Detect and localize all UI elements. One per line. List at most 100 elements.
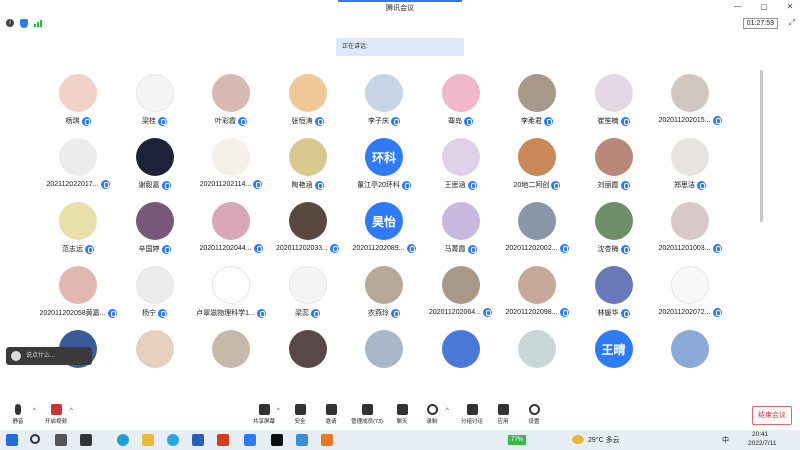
participant-tile[interactable]: 环科 董江亭20环科 bbox=[346, 134, 422, 198]
minimize-button[interactable]: — bbox=[732, 2, 744, 11]
windows-start-icon[interactable] bbox=[6, 434, 18, 446]
breakout-rooms-button[interactable]: 分组讨论 bbox=[454, 404, 490, 425]
participant-tile[interactable]: 梁桂 bbox=[117, 70, 193, 134]
avatar[interactable] bbox=[671, 138, 709, 176]
participant-tile[interactable] bbox=[346, 326, 422, 390]
participant-tile[interactable]: 20地二阿创 bbox=[499, 134, 575, 198]
participant-tile[interactable]: 王晴 bbox=[576, 326, 652, 390]
settings-button[interactable]: 设置 bbox=[518, 404, 550, 425]
security-button[interactable]: 安全 bbox=[284, 404, 316, 425]
avatar[interactable] bbox=[594, 74, 633, 112]
fullscreen-icon[interactable]: ⤢ bbox=[789, 18, 795, 28]
avatar[interactable]: 王晴 bbox=[594, 330, 633, 368]
avatar[interactable] bbox=[671, 266, 709, 304]
avatar[interactable]: 昊怡 bbox=[365, 202, 403, 240]
browser-icon[interactable] bbox=[167, 434, 179, 446]
avatar[interactable] bbox=[135, 266, 174, 304]
file-explorer-icon[interactable] bbox=[142, 434, 154, 446]
participant-tile[interactable]: 杨宁 bbox=[117, 262, 193, 326]
participant-tile[interactable]: 林媛华 bbox=[576, 262, 652, 326]
avatar[interactable] bbox=[288, 74, 327, 112]
app-icon-3[interactable] bbox=[321, 434, 333, 446]
participant-tile[interactable] bbox=[117, 326, 193, 390]
share-screen-button[interactable]: 共享屏幕 bbox=[248, 404, 280, 425]
avatar[interactable] bbox=[365, 330, 403, 368]
mute-button[interactable]: 静音 bbox=[2, 404, 34, 425]
participant-tile[interactable] bbox=[652, 326, 728, 390]
info-icon[interactable]: i bbox=[6, 19, 14, 27]
avatar[interactable] bbox=[441, 74, 480, 112]
participant-tile[interactable] bbox=[423, 326, 499, 390]
avatar[interactable] bbox=[441, 330, 480, 368]
chat-input[interactable]: 说点什么... bbox=[6, 347, 92, 365]
avatar[interactable] bbox=[441, 138, 480, 176]
participant-tile[interactable]: 谢毅嘉 bbox=[117, 134, 193, 198]
participant-tile[interactable]: 卢翠滋物理科学1... bbox=[193, 262, 269, 326]
avatar[interactable] bbox=[288, 330, 327, 368]
participant-tile[interactable]: 郑思洁 bbox=[652, 134, 728, 198]
participant-tile[interactable]: 崔笙楠 bbox=[576, 70, 652, 134]
avatar[interactable] bbox=[59, 74, 97, 112]
participant-tile[interactable]: 202011201003... bbox=[652, 198, 728, 262]
avatar[interactable] bbox=[212, 74, 250, 112]
tiktok-icon[interactable] bbox=[271, 434, 283, 446]
participant-tile[interactable]: 骞岛 bbox=[423, 70, 499, 134]
avatar[interactable] bbox=[441, 266, 480, 304]
participant-tile[interactable]: 202011202098... bbox=[499, 262, 575, 326]
participant-tile[interactable]: 202011202058黄嘉... bbox=[39, 262, 117, 326]
avatar[interactable] bbox=[365, 266, 403, 304]
avatar[interactable] bbox=[594, 266, 633, 304]
participant-tile[interactable]: 202011202072... bbox=[652, 262, 728, 326]
share-options-caret[interactable]: ^ bbox=[277, 408, 280, 414]
weather-text[interactable]: 29°C 多云 bbox=[588, 435, 620, 445]
avatar[interactable] bbox=[441, 202, 480, 240]
avatar[interactable] bbox=[518, 138, 556, 176]
clock-date[interactable]: 2022/7/11 bbox=[748, 440, 776, 447]
avatar[interactable] bbox=[518, 330, 556, 368]
shield-icon[interactable] bbox=[20, 19, 28, 28]
emoji-icon[interactable] bbox=[11, 351, 21, 361]
avatar[interactable] bbox=[671, 330, 709, 368]
participant-tile[interactable]: 王思涵 bbox=[423, 134, 499, 198]
avatar[interactable] bbox=[518, 74, 556, 112]
avatar[interactable] bbox=[135, 330, 174, 368]
app-icon[interactable] bbox=[217, 434, 229, 446]
avatar[interactable] bbox=[671, 74, 709, 112]
participant-tile[interactable]: 辛国婷 bbox=[117, 198, 193, 262]
participant-tile[interactable]: 张恒涛 bbox=[270, 70, 346, 134]
app-icon-2[interactable] bbox=[296, 434, 308, 446]
participant-tile[interactable]: 202011202033... bbox=[270, 198, 346, 262]
avatar[interactable] bbox=[518, 202, 556, 240]
avatar[interactable] bbox=[135, 74, 174, 112]
participant-tile[interactable]: 沈杏梅 bbox=[576, 198, 652, 262]
apps-button[interactable]: 应用 bbox=[487, 404, 519, 425]
tencent-meeting-icon[interactable] bbox=[244, 434, 256, 446]
avatar[interactable]: 环科 bbox=[365, 138, 403, 176]
grid-scrollbar[interactable] bbox=[760, 70, 763, 222]
avatar[interactable] bbox=[212, 202, 250, 240]
end-meeting-button[interactable]: 结束会议 bbox=[752, 406, 792, 425]
avatar[interactable] bbox=[594, 138, 633, 176]
manage-members-button[interactable]: 管理成员(73) bbox=[346, 404, 388, 425]
participant-tile[interactable]: 202011202044... bbox=[193, 198, 269, 262]
chat-button[interactable]: 聊天 bbox=[386, 404, 418, 425]
clock-time[interactable]: 20:41 bbox=[752, 431, 768, 438]
avatar[interactable] bbox=[135, 202, 174, 240]
avatar[interactable] bbox=[59, 266, 97, 304]
participant-tile[interactable]: 刘丽霞 bbox=[576, 134, 652, 198]
avatar[interactable] bbox=[288, 202, 327, 240]
invite-button[interactable]: 邀请 bbox=[315, 404, 347, 425]
participant-tile[interactable]: 202011202015... bbox=[652, 70, 728, 134]
mute-options-caret[interactable]: ^ bbox=[33, 408, 36, 414]
edge-icon[interactable] bbox=[117, 434, 129, 446]
avatar[interactable] bbox=[594, 202, 633, 240]
word-icon[interactable] bbox=[192, 434, 204, 446]
participant-tile[interactable]: 叶彩霞 bbox=[193, 70, 269, 134]
video-options-caret[interactable]: ^ bbox=[70, 408, 73, 414]
avatar[interactable] bbox=[59, 138, 97, 176]
avatar[interactable] bbox=[365, 74, 403, 112]
search-icon[interactable] bbox=[30, 434, 40, 444]
participant-tile[interactable]: 陶艳涵 bbox=[270, 134, 346, 198]
participant-tile[interactable]: 马菁霞 bbox=[423, 198, 499, 262]
participant-tile[interactable]: 杨琪 bbox=[40, 70, 116, 134]
